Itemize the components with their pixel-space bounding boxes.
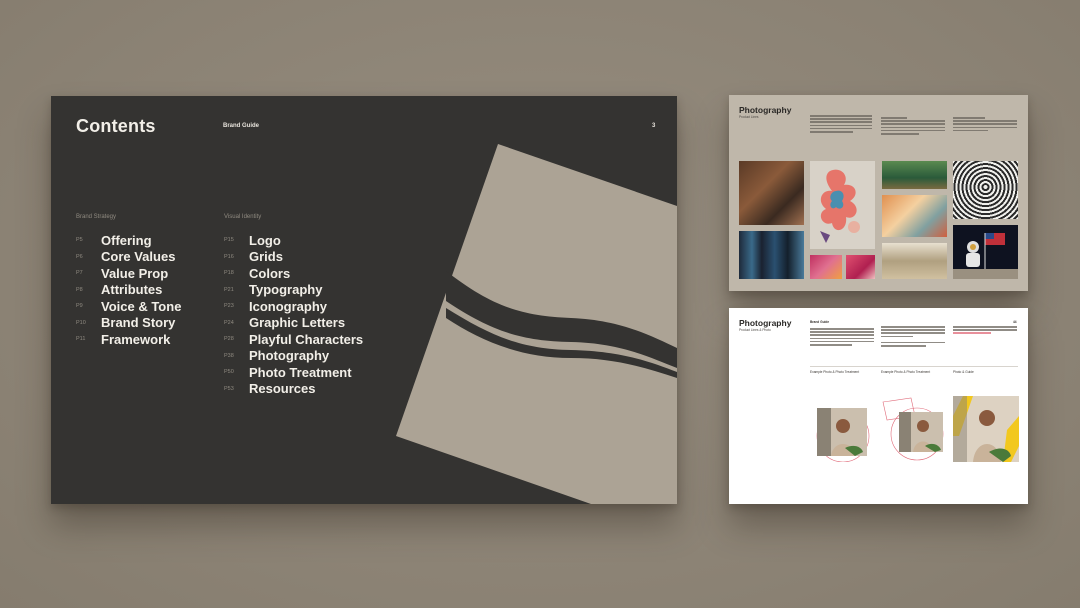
- toc-label: Photography: [249, 348, 330, 364]
- photo-treatment-slide: Photography Product Lines & Photo Brand …: [729, 308, 1028, 504]
- pink-art-photo: [810, 255, 842, 279]
- toc-item[interactable]: P9 Voice & Tone: [76, 298, 181, 315]
- toc-page: P24: [224, 319, 234, 326]
- body-text-column: [881, 117, 945, 136]
- page-title: Contents: [76, 116, 156, 136]
- body-text-column: [953, 326, 1017, 336]
- portrait-treatment-2: [882, 397, 944, 461]
- toc-item[interactable]: P15 Logo: [224, 232, 363, 249]
- toc-item[interactable]: P8 Attributes: [76, 282, 181, 299]
- toc-page: P8: [76, 286, 83, 293]
- toc-page: P10: [76, 319, 86, 326]
- section-heading-visual-identity: Visual Identity: [224, 214, 262, 220]
- body-text-column: [810, 328, 874, 347]
- toc-label: Core Values: [101, 249, 176, 265]
- slide-subtitle: Product Lines & Photo: [739, 328, 771, 332]
- surfboards-photo: [739, 231, 804, 279]
- toc-page: P21: [224, 286, 234, 293]
- toc-label: Value Prop: [101, 265, 169, 281]
- toc-item[interactable]: P6 Core Values: [76, 249, 181, 266]
- caption: Example Photo & Photo Treatment: [810, 370, 860, 374]
- slide-title: Photography: [739, 105, 792, 115]
- toc-item[interactable]: P5 Offering: [76, 232, 181, 249]
- toc-item[interactable]: P16 Grids: [224, 249, 363, 266]
- toc-item[interactable]: P28 Playful Characters: [224, 331, 363, 348]
- toc-label: Voice & Tone: [101, 298, 182, 314]
- spiral-photo: [953, 161, 1018, 219]
- portrait-treatment-1: [816, 408, 870, 462]
- divider: [810, 366, 1018, 367]
- toc-item[interactable]: P11 Framework: [76, 331, 181, 348]
- toc-label: Photo Treatment: [249, 364, 352, 380]
- toc-item[interactable]: P7 Value Prop: [76, 265, 181, 282]
- toc-brand-strategy: P5 Offering P6 Core Values P7 Value Prop P8…: [76, 232, 181, 348]
- toc-label: Resources: [249, 381, 316, 397]
- brand-guide-label: Brand Guide: [223, 123, 260, 129]
- toc-page: P15: [224, 237, 234, 244]
- toc-visual-identity: P15 Logo P16 Grids P18 Colors P21 Typography…: [224, 232, 363, 397]
- caption: Example Photo & Photo Treatment: [881, 370, 931, 374]
- interior-photo: [882, 195, 947, 237]
- toc-item[interactable]: P38 Photography: [224, 348, 363, 365]
- toc-page: P18: [224, 270, 234, 277]
- wood-stack-photo: [739, 161, 804, 225]
- contents-slide: Contents Brand Guide 3 Brand Strategy P5…: [51, 96, 677, 504]
- toc-label: Offering: [101, 232, 152, 248]
- caption: Photo & Guide: [953, 370, 974, 374]
- toc-page: P7: [76, 270, 83, 277]
- toc-item[interactable]: P18 Colors: [224, 265, 363, 282]
- toc-page: P11: [76, 336, 86, 343]
- hall-photo: [882, 243, 947, 279]
- column-heading: Brand Guide: [810, 320, 830, 324]
- page-number: 44: [1013, 320, 1017, 324]
- toc-label: Framework: [101, 331, 171, 347]
- toc-label: Brand Story: [101, 315, 176, 331]
- section-heading-brand-strategy: Brand Strategy: [76, 214, 117, 220]
- pink-abstract-photo: [846, 255, 875, 279]
- page-number: 3: [652, 123, 656, 129]
- slide-subtitle: Product Lines: [739, 115, 759, 119]
- portrait-treatment-3: [953, 396, 1019, 462]
- toc-label: Grids: [249, 249, 283, 265]
- toc-page: P5: [76, 237, 83, 244]
- toc-label: Iconography: [249, 298, 328, 314]
- body-text-column: [953, 117, 1017, 133]
- toc-label: Logo: [249, 232, 281, 248]
- toc-item[interactable]: P21 Typography: [224, 282, 363, 299]
- art-mural-photo: [810, 161, 875, 249]
- toc-item[interactable]: P50 Photo Treatment: [224, 364, 363, 381]
- toc-page: P6: [76, 253, 83, 260]
- toc-page: P23: [224, 303, 234, 310]
- toc-label: Colors: [249, 265, 291, 281]
- toc-item[interactable]: P23 Iconography: [224, 298, 363, 315]
- toc-page: P50: [224, 369, 234, 376]
- photography-grid-slide: Photography Product Lines: [729, 95, 1028, 291]
- slide-title: Photography: [739, 318, 792, 328]
- toc-item[interactable]: P53 Resources: [224, 381, 363, 398]
- toc-label: Graphic Letters: [249, 315, 346, 331]
- astronaut-photo: [953, 225, 1018, 279]
- toc-item[interactable]: P10 Brand Story: [76, 315, 181, 332]
- toc-label: Attributes: [101, 282, 163, 298]
- toc-page: P53: [224, 385, 234, 392]
- toc-label: Typography: [249, 282, 323, 298]
- toc-label: Playful Characters: [249, 331, 364, 347]
- garden-photo: [882, 161, 947, 189]
- body-text-column: [881, 326, 945, 348]
- body-text-column: [810, 115, 872, 134]
- toc-page: P38: [224, 352, 234, 359]
- toc-page: P28: [224, 336, 234, 343]
- toc-page: P9: [76, 303, 83, 310]
- toc-page: P16: [224, 253, 234, 260]
- toc-item[interactable]: P24 Graphic Letters: [224, 315, 363, 332]
